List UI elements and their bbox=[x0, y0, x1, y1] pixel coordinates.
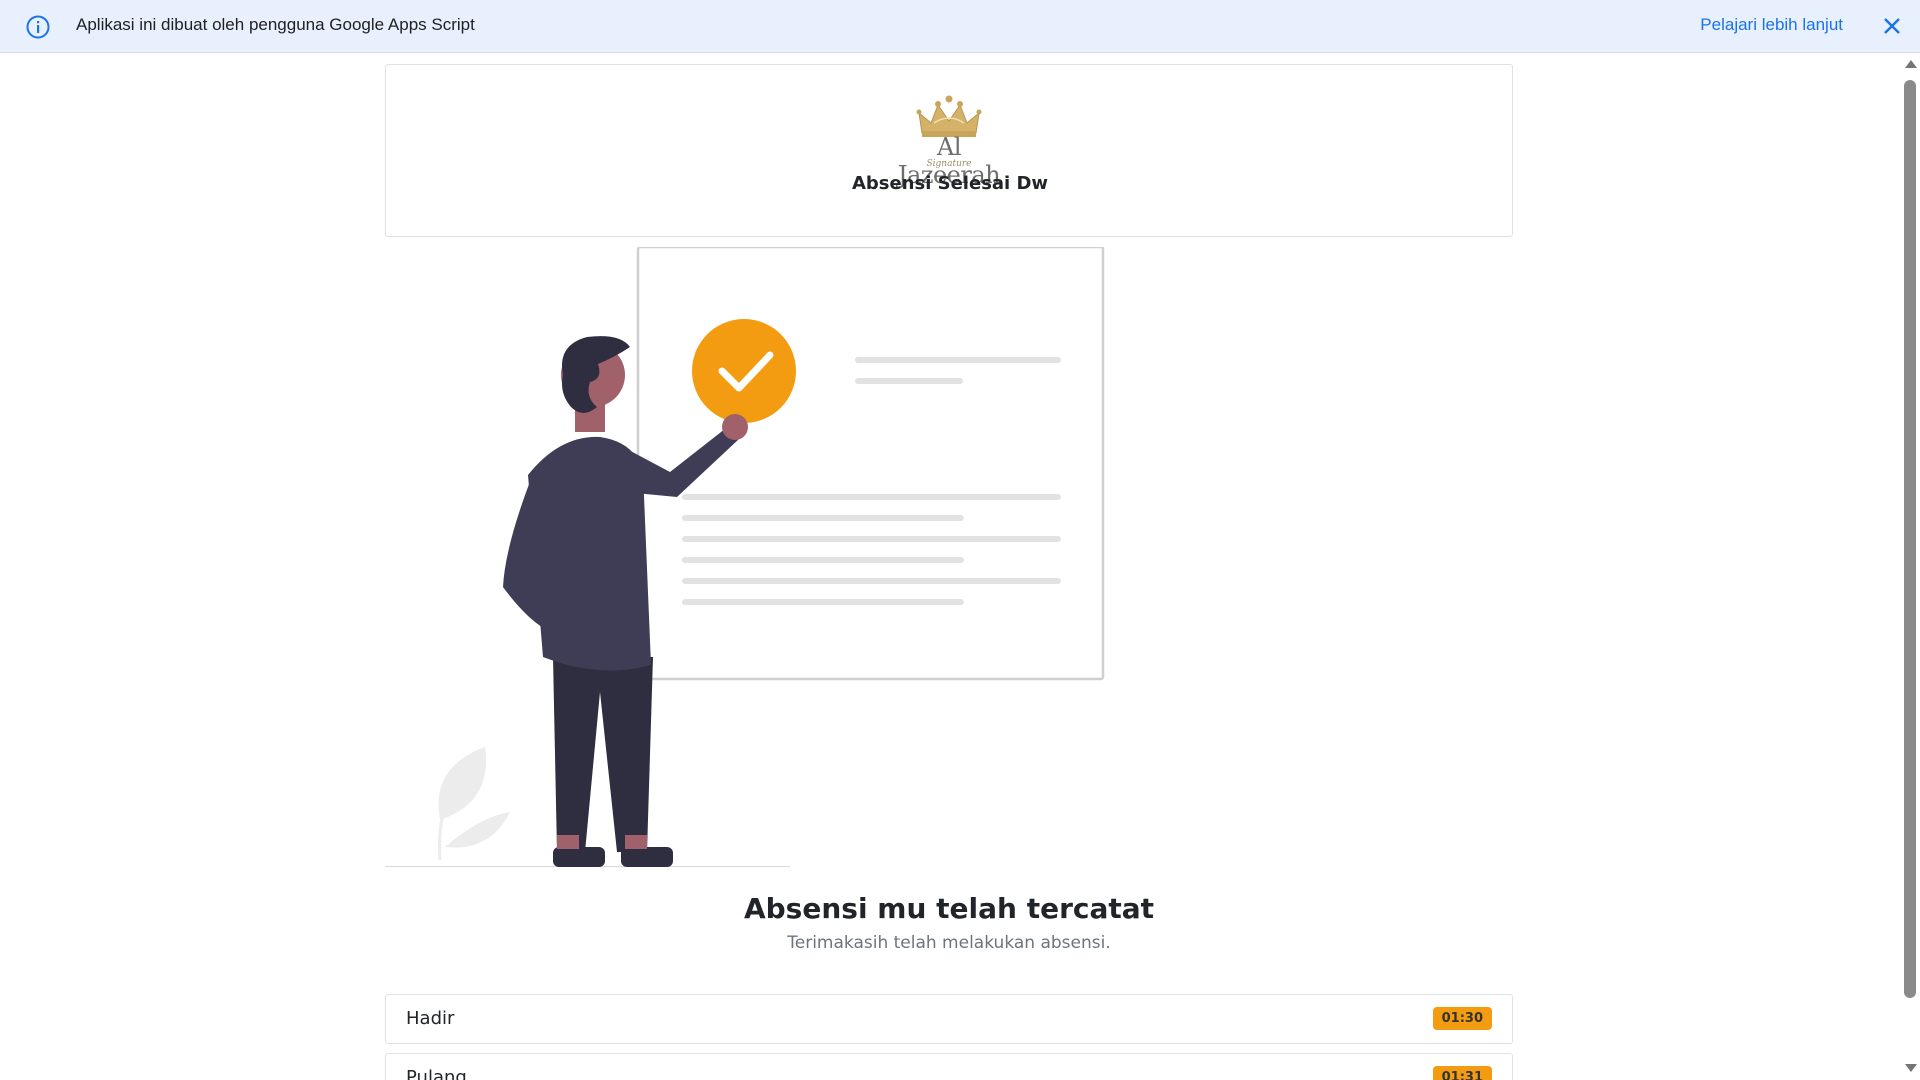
banner-message: Aplikasi ini dibuat oleh pengguna Google… bbox=[76, 15, 475, 34]
learn-more-link[interactable]: Pelajari lebih lanjut bbox=[1700, 15, 1843, 35]
record-label: Pulang bbox=[406, 1067, 467, 1080]
scrollbar[interactable] bbox=[1900, 54, 1920, 1080]
scroll-thumb[interactable] bbox=[1904, 80, 1916, 998]
time-badge: 01:31 bbox=[1432, 1066, 1492, 1080]
success-subtitle: Terimakasih telah melakukan absensi. bbox=[787, 933, 1111, 953]
brand-logo: Al Jazeerah Signature bbox=[886, 93, 1012, 189]
success-illustration bbox=[385, 247, 1105, 867]
close-icon[interactable] bbox=[1879, 13, 1905, 39]
info-banner: Aplikasi ini dibuat oleh pengguna Google… bbox=[0, 0, 1920, 53]
check-circle-icon bbox=[692, 319, 796, 423]
header-card: Al Jazeerah Signature Absensi Selesai Dw bbox=[385, 64, 1513, 237]
page-title: Absensi Selesai Dw bbox=[851, 173, 1049, 194]
leaf-decoration bbox=[438, 747, 510, 861]
info-icon bbox=[26, 15, 50, 39]
record-label: Hadir bbox=[406, 1008, 455, 1029]
time-badge: 01:30 bbox=[1432, 1007, 1492, 1030]
scroll-up-arrow-icon[interactable] bbox=[1905, 60, 1917, 68]
logo-subtext: Signature bbox=[926, 159, 972, 169]
list-item: Hadir 01:30 bbox=[385, 994, 1513, 1044]
success-title: Absensi mu telah tercatat bbox=[743, 892, 1155, 925]
page-content: Al Jazeerah Signature Absensi Selesai Dw bbox=[0, 54, 1900, 1080]
scroll-down-arrow-icon[interactable] bbox=[1905, 1064, 1917, 1072]
list-item: Pulang 01:31 bbox=[385, 1053, 1513, 1080]
